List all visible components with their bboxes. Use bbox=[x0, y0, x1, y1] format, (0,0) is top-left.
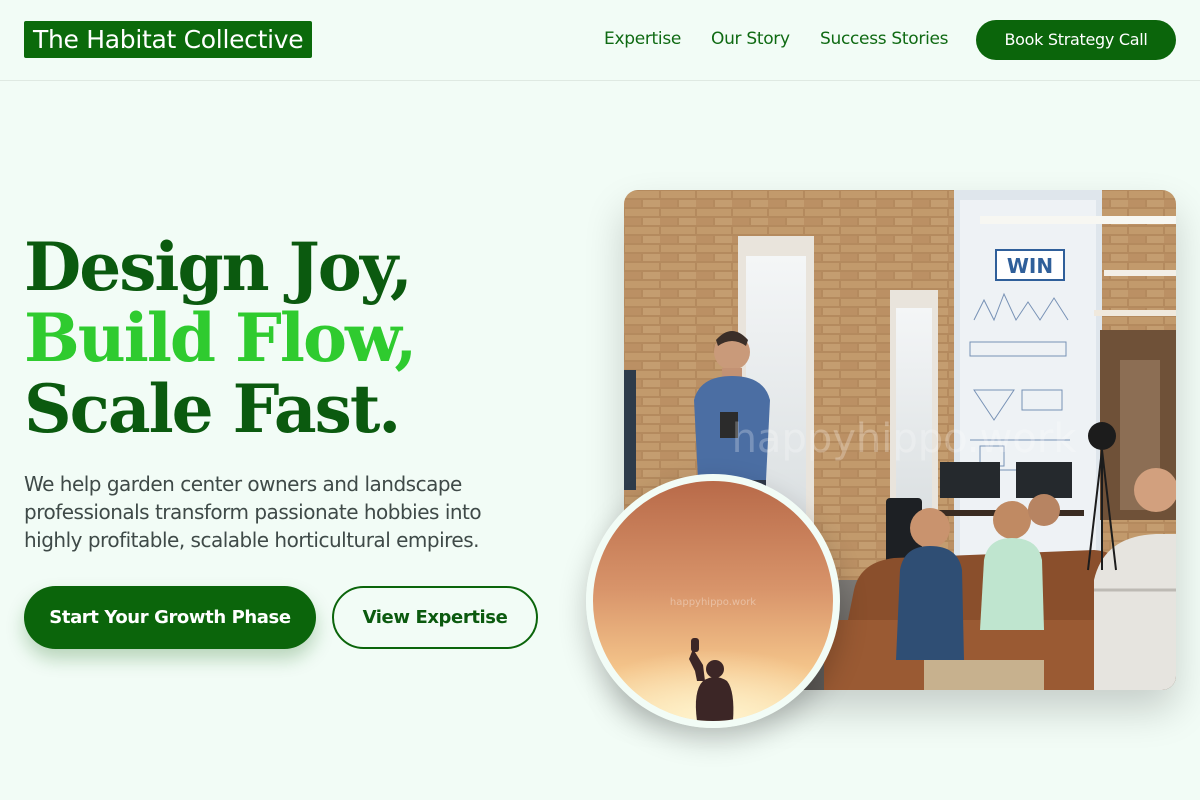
site-header: The Habitat Collective Expertise Our Sto… bbox=[0, 0, 1200, 81]
circle-photo-watermark: happyhippo.work bbox=[670, 597, 756, 608]
hero-subtext: We help garden center owners and landsca… bbox=[24, 472, 482, 552]
headline-line-3: Scale Fast. bbox=[24, 370, 401, 448]
hero-headline: Design Joy, Build Flow, Scale Fast. bbox=[24, 232, 584, 445]
view-expertise-button[interactable]: View Expertise bbox=[332, 586, 538, 649]
book-strategy-call-button[interactable]: Book Strategy Call bbox=[976, 20, 1176, 60]
svg-text:WIN: WIN bbox=[1007, 254, 1053, 278]
nav-link-our-story[interactable]: Our Story bbox=[711, 29, 790, 49]
site-logo[interactable]: The Habitat Collective bbox=[24, 21, 313, 58]
headline-line-2: Build Flow, bbox=[24, 299, 417, 377]
start-growth-phase-button[interactable]: Start Your Growth Phase bbox=[24, 586, 316, 649]
headline-line-1: Design Joy, bbox=[24, 228, 413, 306]
nav-link-success-stories[interactable]: Success Stories bbox=[820, 29, 949, 49]
sunset-silhouette-photo: happyhippo.work bbox=[586, 474, 840, 728]
nav-link-expertise[interactable]: Expertise bbox=[604, 29, 681, 49]
main-photo-watermark: happyhippo.work bbox=[732, 416, 1078, 462]
